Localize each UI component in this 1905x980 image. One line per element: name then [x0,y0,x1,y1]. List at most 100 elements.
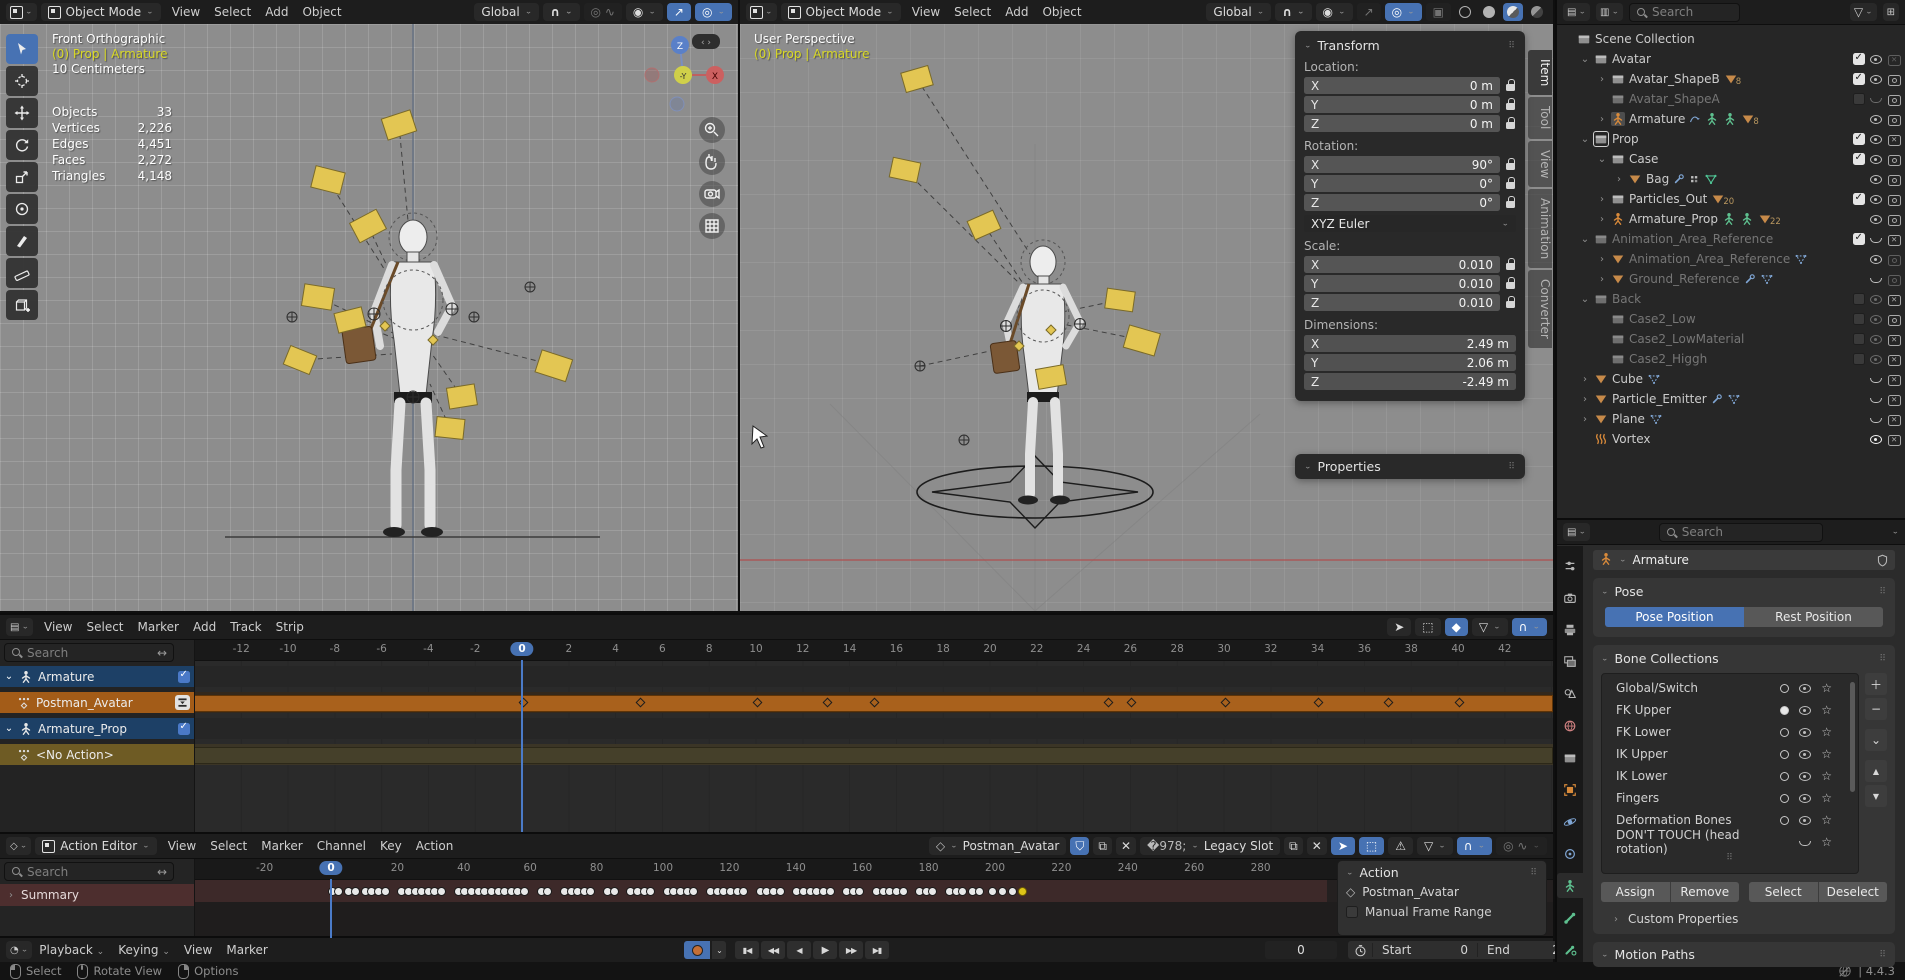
sidebar-tab-converter[interactable]: Converter [1528,270,1552,348]
outliner-row-scene-collection[interactable]: Scene Collection [1557,29,1905,49]
solo-toggle[interactable] [1780,794,1789,803]
menu-object[interactable]: Object [295,5,348,19]
transform-field-X[interactable]: X2.49 m [1304,335,1516,352]
transform-orientation-dropdown[interactable]: Global⌄ [474,3,539,21]
filter-dropdown[interactable]: ▽⌄ [1850,3,1877,21]
use-preview-range-button[interactable] [1348,944,1372,957]
properties-tab-physics[interactable] [1557,809,1583,834]
menu-select[interactable]: Select [203,839,254,853]
hide-viewport-toggle[interactable] [1869,292,1883,306]
outliner-row-armature[interactable]: › Armature 8 [1557,109,1905,129]
hide-viewport-toggle[interactable] [1869,92,1883,106]
outliner-row-case2-lowmaterial[interactable]: Case2_LowMaterial [1557,329,1905,349]
outliner-row-armature-prop[interactable]: › Armature_Prop 22 [1557,209,1905,229]
shading-solid[interactable] [1479,3,1499,21]
bone-collection-ik-lower[interactable]: IK Lower ☆ [1602,765,1858,787]
remove-button[interactable]: Remove [1671,882,1740,902]
favorite-star-icon[interactable]: ☆ [1821,835,1832,849]
nla-empty-strip[interactable] [194,747,1553,764]
summary-keyframe-selected[interactable] [1018,887,1027,896]
lock-icon[interactable] [1506,177,1516,190]
transform-field-Y[interactable]: Y0 m [1304,96,1516,113]
bone-collection-fk-upper[interactable]: FK Upper ☆ [1602,699,1858,721]
outliner-row-case2-higgh[interactable]: Case2_Higgh [1557,349,1905,369]
visibility-toggle[interactable] [1798,681,1812,695]
nla-track-2[interactable]: ⌄Armature_Prop [0,718,194,739]
menu-add[interactable]: Add [258,5,295,19]
outliner-row-bag[interactable]: › Bag [1557,169,1905,189]
tool-cursor[interactable] [6,66,38,96]
disable-render-toggle[interactable] [1887,433,1901,446]
tool-rotate[interactable] [6,130,38,160]
expand-icon[interactable]: ⌄ [1597,154,1607,165]
exclude-checkbox[interactable] [1853,53,1865,65]
exclude-checkbox[interactable] [1853,193,1865,205]
favorite-star-icon[interactable]: ☆ [1821,813,1832,827]
nla-keyframe[interactable] [1103,698,1113,708]
deselect-button[interactable]: Deselect [1819,882,1888,902]
outliner-row-avatar-shapeb[interactable]: › Avatar_ShapeB 8 [1557,69,1905,89]
summary-keyframe[interactable] [899,887,908,896]
visibility-filter-dropdown[interactable]: ◉⌄ [626,3,663,21]
exclude-checkbox[interactable] [1853,233,1865,245]
proportional-edit-toggle[interactable]: ◎ ∿ [584,3,622,21]
nla-keyframe[interactable] [752,698,762,708]
transform-field-Z[interactable]: Z0 m [1304,115,1516,132]
disable-render-toggle[interactable] [1887,293,1901,306]
hide-viewport-toggle[interactable] [1869,252,1883,266]
menu-marker[interactable]: Marker [131,620,186,634]
viewport-left[interactable]: ⌄ Object Mode⌄ ViewSelectAddObject Globa… [0,0,738,611]
tool-annotate[interactable] [6,226,38,256]
expand-icon[interactable]: › [1597,214,1607,225]
expand-icon[interactable]: › [1614,174,1624,185]
outliner-row-prop[interactable]: ⌄ Prop [1557,129,1905,149]
overlays-dropdown[interactable]: ◎⌄ [695,3,732,21]
exclude-checkbox[interactable] [1853,293,1865,305]
solo-toggle[interactable] [1780,684,1789,693]
expand-icon[interactable]: › [1597,254,1607,265]
hide-viewport-toggle[interactable] [1869,312,1883,326]
disable-render-toggle[interactable] [1887,73,1901,86]
properties-editor[interactable]: ▤⌄ Search ⌄ ⌄ Armature ⌄Pose⠿ Pose Posit… [1555,518,1905,962]
menu-track[interactable]: Track [223,620,268,634]
hide-viewport-toggle[interactable] [1869,392,1883,406]
nla-keyframe[interactable] [1454,698,1464,708]
solo-toggle[interactable] [1780,750,1789,759]
menu-view[interactable]: View [177,943,219,957]
keyframe-filter-icon[interactable]: ◆ [1445,618,1468,636]
menu-select[interactable]: Select [79,620,130,634]
hide-viewport-toggle[interactable] [1869,112,1883,126]
lock-icon[interactable] [1506,117,1516,130]
hide-viewport-toggle[interactable] [1869,412,1883,426]
visibility-toggle[interactable] [1798,769,1812,783]
gizmo-toggle[interactable]: ↗ [667,3,691,21]
expand-icon[interactable]: › [1597,114,1607,125]
tool-scale[interactable] [6,162,38,192]
nla-ruler[interactable]: -12-10-8-6-4-224681012141618202224262830… [194,640,1553,661]
editor-submode-dropdown[interactable]: Action Editor⌄ [35,837,156,855]
gizmo-toggle[interactable]: ↗ [1357,3,1381,21]
manual-frame-range-checkbox[interactable] [1346,906,1358,918]
select-button[interactable]: Select [1749,882,1819,902]
exclude-checkbox[interactable] [1853,313,1865,325]
editor-type-icon[interactable]: ▤⌄ [6,618,33,636]
outliner-row-avatar[interactable]: ⌄ Avatar [1557,49,1905,69]
properties-tab-output[interactable] [1557,618,1583,643]
disable-render-toggle[interactable] [1887,353,1901,366]
previous-keyframe-button[interactable]: ◀◀ [761,941,785,959]
jump-to-end-button[interactable]: ▶▮ [865,941,889,959]
auto-key-record-button[interactable] [684,941,710,959]
box-select-icon[interactable]: ⬚ [1359,837,1384,855]
properties-tab-constraints[interactable] [1557,841,1583,866]
transform-field-X[interactable]: X0 m [1304,77,1516,94]
tool-measure[interactable] [6,258,38,288]
exclude-checkbox[interactable] [1853,333,1865,345]
pose-panel-header[interactable]: ⌄Pose⠿ [1601,584,1887,599]
disable-render-toggle[interactable] [1887,393,1901,406]
expand-icon[interactable]: › [1597,274,1607,285]
unlink-action-icon[interactable]: ✕ [1116,837,1136,855]
nla-track-3[interactable]: <No Action> [0,744,194,765]
nla-keyframe[interactable] [518,698,528,708]
overlays-dropdown[interactable]: ◎⌄ [1385,3,1422,21]
track-mute-checkbox[interactable] [178,723,190,735]
